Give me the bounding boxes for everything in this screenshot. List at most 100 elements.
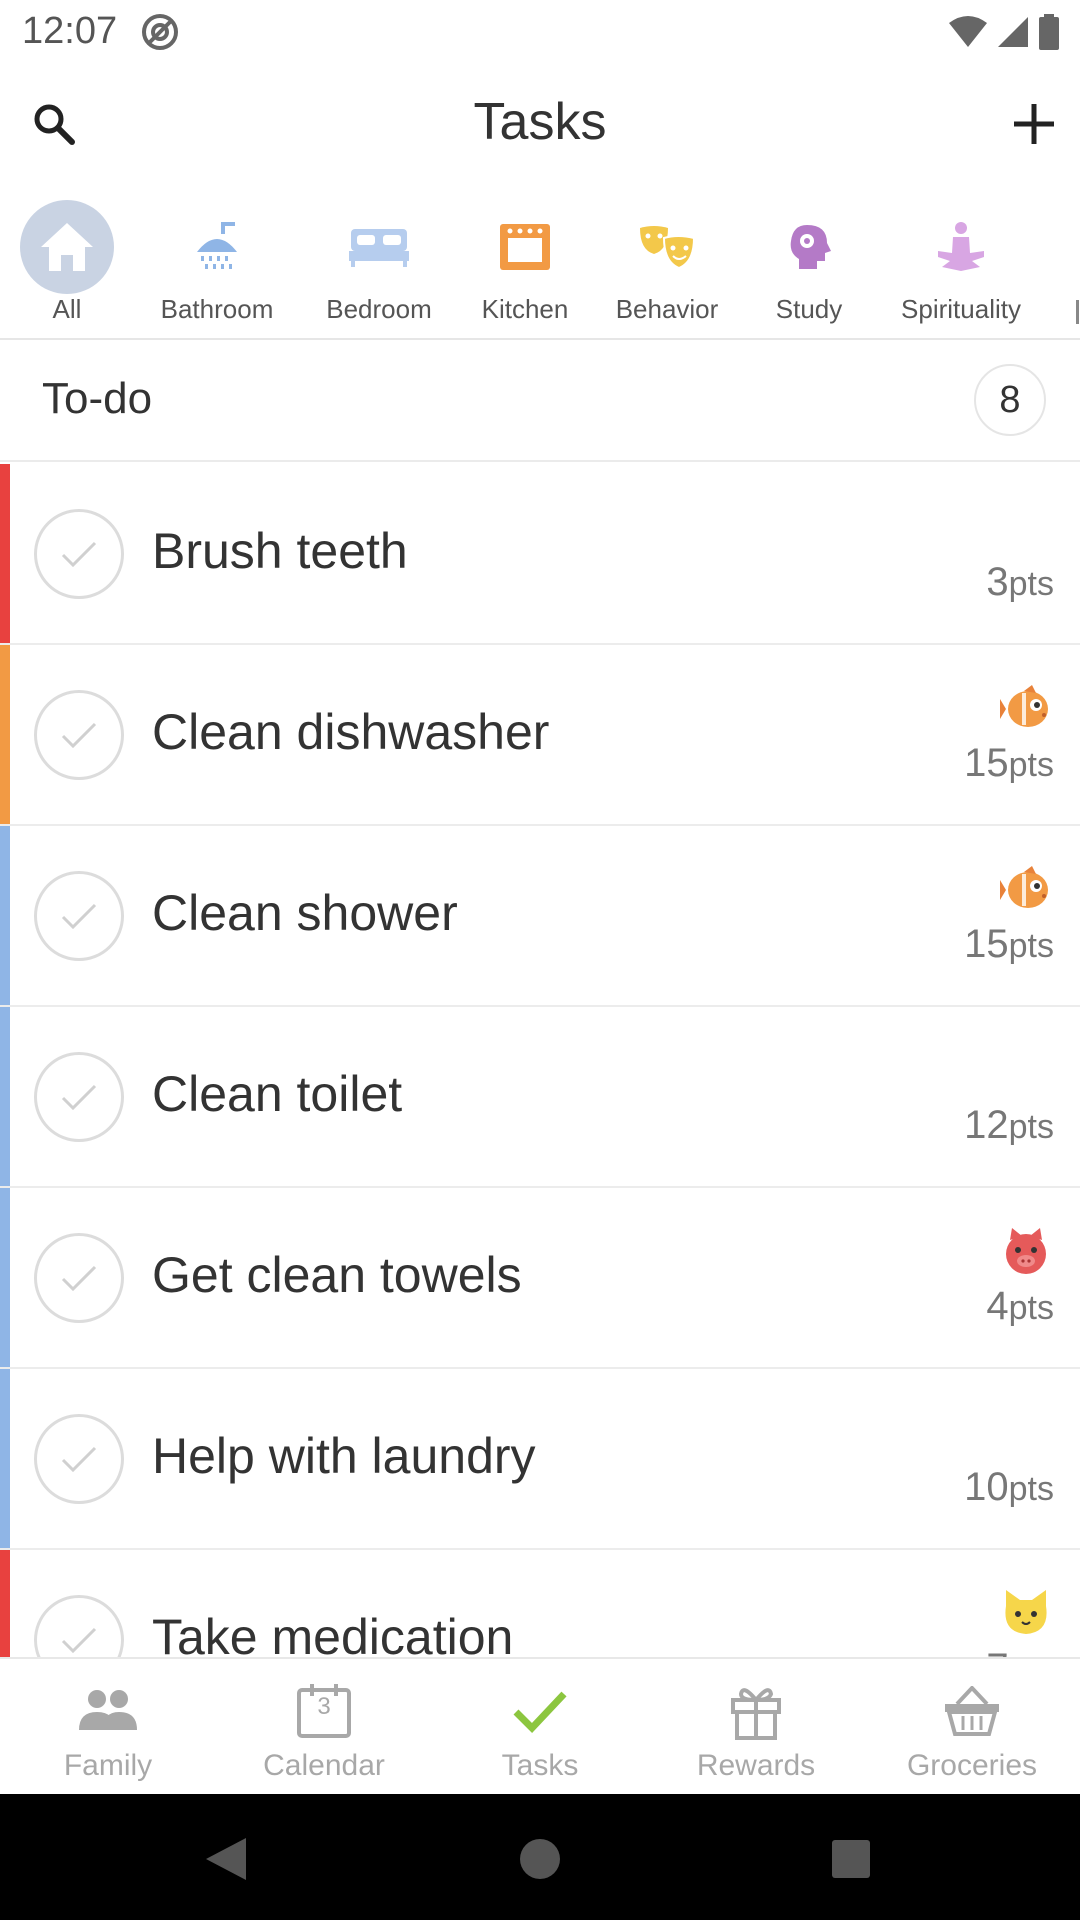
calendar-icon: 3 — [292, 1681, 356, 1741]
category-bedroom[interactable]: Bedroom — [309, 190, 449, 330]
at-sign-icon — [142, 14, 178, 50]
nav-label: Calendar — [263, 1749, 385, 1782]
task-name: Clean dishwasher — [152, 704, 550, 760]
complete-task-button[interactable] — [34, 690, 124, 780]
complete-task-button[interactable] — [34, 871, 124, 961]
system-navigation-bar — [0, 1794, 1080, 1920]
plus-icon — [1014, 104, 1054, 144]
status-icons — [948, 12, 1060, 52]
gift-icon — [724, 1681, 788, 1741]
check-icon — [61, 1446, 97, 1473]
brain-head-icon — [762, 200, 856, 294]
signal-icon — [998, 17, 1028, 47]
home-button-icon[interactable] — [515, 1834, 565, 1884]
nav-calendar[interactable]: 3 Calendar — [216, 1659, 432, 1796]
check-icon — [61, 903, 97, 930]
category-next-partial[interactable] — [1030, 190, 1080, 330]
task-name: Clean shower — [152, 885, 458, 941]
category-study[interactable]: Study — [739, 190, 879, 330]
nav-family[interactable]: Family — [0, 1659, 216, 1796]
recents-icon[interactable] — [826, 1834, 876, 1884]
pig-avatar-icon — [1006, 1228, 1046, 1274]
task-row[interactable]: Clean toilet 12pts — [0, 1007, 1080, 1188]
task-points: 12pts — [964, 1103, 1054, 1147]
family-icon — [76, 1681, 140, 1741]
category-bathroom[interactable]: Bathroom — [147, 190, 287, 330]
task-row[interactable]: Take medication 7pts — [0, 1550, 1080, 1657]
nav-label: Rewards — [696, 1749, 816, 1782]
category-color-stripe — [0, 464, 10, 643]
nav-label: Tasks — [501, 1749, 579, 1782]
back-icon[interactable] — [200, 1834, 250, 1884]
todo-section-header: To-do 8 — [0, 342, 1080, 462]
shower-icon — [170, 200, 264, 294]
nav-groceries[interactable]: Groceries — [864, 1659, 1080, 1796]
category-behavior[interactable]: Behavior — [597, 190, 737, 330]
basket-icon — [940, 1681, 1004, 1741]
complete-task-button[interactable] — [34, 1595, 124, 1657]
category-color-stripe — [0, 1369, 10, 1548]
fish-avatar-icon — [1000, 866, 1048, 908]
nav-rewards[interactable]: Rewards — [648, 1659, 864, 1796]
meditation-icon — [914, 200, 1008, 294]
category-kitchen[interactable]: Kitchen — [455, 190, 595, 330]
complete-task-button[interactable] — [34, 509, 124, 599]
nav-label: Groceries — [906, 1749, 1038, 1782]
check-icon — [61, 1084, 97, 1111]
nav-label: Family — [63, 1749, 153, 1782]
task-row[interactable]: Clean shower 15pts — [0, 826, 1080, 1007]
bed-icon — [332, 200, 426, 294]
task-name: Brush teeth — [152, 523, 408, 579]
category-filter-bar[interactable]: All Bathroom Bedroom Kitchen Behavior St… — [0, 190, 1080, 340]
task-points: 4pts — [986, 1284, 1054, 1328]
fish-avatar-icon — [1000, 685, 1048, 727]
add-task-button[interactable] — [1002, 92, 1066, 156]
nav-tasks[interactable]: Tasks — [432, 1659, 648, 1796]
category-all[interactable]: All — [0, 190, 137, 330]
task-name: Clean toilet — [152, 1066, 403, 1122]
theater-masks-icon — [620, 200, 714, 294]
status-time: 12:07 — [22, 10, 118, 52]
bottom-navigation: Family 3 Calendar Tasks Rewards Grocerie… — [0, 1657, 1080, 1794]
complete-task-button[interactable] — [34, 1414, 124, 1504]
task-points: 10pts — [964, 1465, 1054, 1509]
checkmark-icon — [508, 1681, 572, 1741]
task-name: Take medication — [152, 1609, 514, 1657]
home-icon — [20, 200, 114, 294]
category-color-stripe — [0, 1188, 10, 1367]
cat-avatar-icon — [1005, 1590, 1047, 1634]
task-list[interactable]: Brush teeth 3pts Clean dishwasher 15pts … — [0, 464, 1080, 1657]
complete-task-button[interactable] — [34, 1233, 124, 1323]
task-points: 3pts — [986, 560, 1054, 604]
category-color-stripe — [0, 1550, 10, 1657]
battery-icon — [1039, 14, 1059, 50]
check-icon — [61, 541, 97, 568]
app-bar: Tasks — [0, 64, 1080, 184]
task-row[interactable]: Clean dishwasher 15pts — [0, 645, 1080, 826]
check-icon — [61, 722, 97, 749]
category-color-stripe — [0, 1007, 10, 1186]
task-points: 15pts — [964, 922, 1054, 966]
oven-icon — [478, 200, 572, 294]
check-icon — [61, 1265, 97, 1292]
complete-task-button[interactable] — [34, 1052, 124, 1142]
task-name: Help with laundry — [152, 1428, 536, 1484]
task-points: 7pts — [986, 1646, 1054, 1657]
task-points: 15pts — [964, 741, 1054, 785]
check-icon — [61, 1627, 97, 1654]
category-label: Bathroom — [160, 294, 274, 324]
category-color-stripe — [0, 826, 10, 1005]
status-bar: 12:07 — [0, 0, 1080, 64]
section-title: To-do — [42, 374, 153, 423]
category-label: Spirituality — [901, 294, 1021, 324]
task-row[interactable]: Help with laundry 10pts — [0, 1369, 1080, 1550]
task-row[interactable]: Brush teeth 3pts — [0, 464, 1080, 645]
todo-count-badge: 8 — [974, 364, 1046, 436]
category-color-stripe — [0, 645, 10, 824]
calendar-day: 3 — [317, 1693, 331, 1720]
category-spirituality[interactable]: Spirituality — [891, 190, 1031, 330]
task-name: Get clean towels — [152, 1247, 522, 1303]
task-row[interactable]: Get clean towels 4pts — [0, 1188, 1080, 1369]
wifi-icon — [949, 16, 987, 47]
page-title: Tasks — [473, 93, 607, 151]
